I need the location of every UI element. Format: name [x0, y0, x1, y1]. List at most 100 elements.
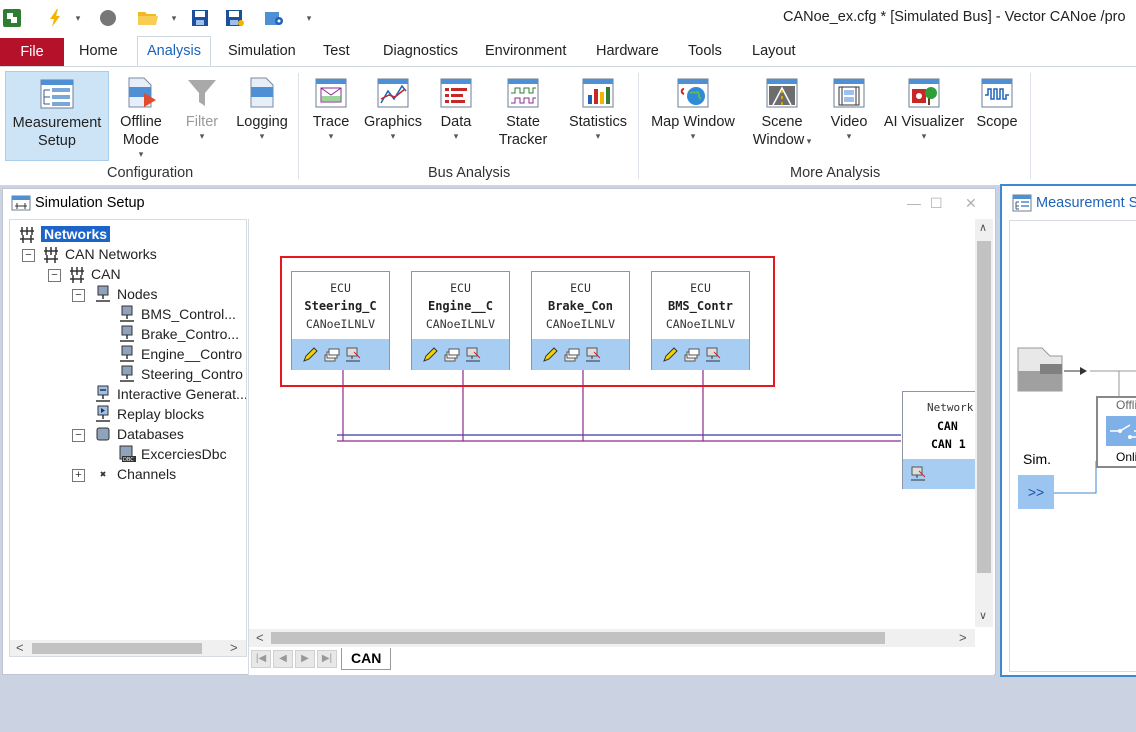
state-tracker-button[interactable]: State Tracker	[490, 71, 556, 149]
scope-button[interactable]: Scope	[974, 71, 1020, 131]
tab-environment[interactable]: Environment	[485, 43, 566, 59]
tab-test[interactable]: Test	[323, 43, 350, 59]
trace-button[interactable]: Trace ▾	[309, 71, 353, 141]
last-sheet-icon[interactable]: ▶|	[317, 650, 337, 668]
ai-visualizer-label: AI Visualizer	[883, 114, 965, 130]
measurement-setup-title: Measurement Setup	[1036, 195, 1136, 211]
tree-label: Brake_Contro...	[141, 326, 240, 342]
tree-label: Databases	[117, 426, 184, 442]
close-icon[interactable]: ✕	[965, 195, 977, 212]
canvas-vscroll-thumb[interactable]	[977, 241, 991, 573]
first-sheet-icon[interactable]: |◀	[251, 650, 271, 668]
tree-node-nodes[interactable]: Nodes	[94, 284, 157, 304]
filter-button: Filter ▾	[179, 71, 225, 141]
dbc-file-icon: DBC	[118, 445, 136, 463]
collapse-can-icon[interactable]: −	[48, 269, 61, 282]
ai-visualizer-button[interactable]: AI Visualizer ▾	[882, 71, 966, 141]
logging-chevron-icon: ▾	[259, 131, 265, 141]
tree-node-can-networks[interactable]: CAN Networks	[42, 244, 157, 264]
databases-icon	[94, 425, 112, 443]
tree-node-interactive-generators[interactable]: Interactive Generat...	[94, 384, 246, 404]
scroll-right-icon[interactable]: >	[230, 640, 238, 655]
customize-quick-access-chevron-icon[interactable]: ▾	[303, 6, 315, 30]
state-tracker-icon	[506, 77, 540, 109]
network-config-icon[interactable]	[909, 465, 927, 483]
simulation-source-button[interactable]: >>	[1018, 475, 1054, 509]
tab-tools[interactable]: Tools	[688, 43, 722, 59]
minimize-icon[interactable]: —	[907, 195, 921, 211]
expand-channels-icon[interactable]: +	[72, 469, 85, 482]
network-node-can[interactable]: Network CAN CAN 1	[902, 391, 977, 489]
tree-label: CAN	[91, 266, 121, 282]
scroll-down-icon[interactable]: ∨	[979, 609, 987, 622]
tree-node-replay-blocks[interactable]: Replay blocks	[94, 404, 204, 424]
can-bus-icon	[68, 265, 86, 283]
logging-icon	[245, 77, 279, 109]
tree-horizontal-scrollbar[interactable]: < >	[10, 640, 246, 656]
canvas-hscroll-thumb[interactable]	[271, 632, 885, 644]
scope-icon	[980, 77, 1014, 109]
group-more-analysis-label: More Analysis	[790, 165, 881, 181]
next-sheet-icon[interactable]: ▶	[295, 650, 315, 668]
scroll-up-icon[interactable]: ∧	[979, 221, 987, 234]
collapse-nodes-icon[interactable]: −	[72, 289, 85, 302]
tab-home[interactable]: Home	[79, 43, 118, 59]
logging-button[interactable]: Logging ▾	[233, 71, 291, 141]
tree-node-steering-controller[interactable]: Steering_Contro	[118, 364, 243, 384]
tree-node-can[interactable]: CAN	[68, 264, 121, 284]
collapse-databases-icon[interactable]: −	[72, 429, 85, 442]
start-dropdown-chevron-icon[interactable]: ▾	[72, 6, 84, 30]
scroll-left-icon[interactable]: <	[256, 630, 264, 645]
scene-window-button[interactable]: Scene Window ▾	[747, 71, 817, 150]
sheet-tab-can[interactable]: CAN	[341, 648, 392, 670]
offline-mode-label-2: Mode	[122, 132, 160, 148]
scroll-right-icon[interactable]: >	[959, 630, 967, 645]
tree-node-networks[interactable]: Networks	[18, 224, 111, 244]
start-measurement-icon[interactable]	[44, 6, 66, 30]
open-dropdown-chevron-icon[interactable]: ▾	[168, 6, 180, 30]
data-chevron-icon: ▾	[453, 131, 459, 141]
statistics-chevron-icon: ▾	[595, 131, 601, 141]
tree-node-engine-controller[interactable]: Engine__Contro	[118, 344, 242, 364]
statistics-icon	[581, 77, 615, 109]
video-label: Video	[830, 114, 868, 130]
tree-node-excercies-dbc[interactable]: DBC ExcerciesDbc	[118, 444, 227, 464]
tree-node-databases[interactable]: Databases	[94, 424, 184, 444]
filter-chevron-icon: ▾	[199, 131, 205, 141]
video-button[interactable]: Video ▾	[826, 71, 872, 141]
node-icon	[118, 305, 136, 323]
data-button[interactable]: Data ▾	[434, 71, 478, 141]
canvas-vertical-scrollbar[interactable]: ∧ ∨	[975, 219, 993, 627]
canoe-app-icon[interactable]	[1, 6, 23, 30]
tab-simulation[interactable]: Simulation	[228, 43, 296, 59]
save-icon[interactable]	[189, 6, 211, 30]
graphics-button[interactable]: Graphics ▾	[363, 71, 423, 141]
tab-analysis[interactable]: Analysis	[137, 36, 211, 67]
online-offline-switch-block[interactable]: Offline Onlin	[1096, 396, 1136, 468]
maximize-icon[interactable]: ☐	[930, 195, 943, 212]
statistics-button[interactable]: Statistics ▾	[566, 71, 630, 141]
open-folder-icon[interactable]	[136, 6, 160, 30]
map-window-button[interactable]: Map Window ▾	[648, 71, 738, 141]
tab-diagnostics[interactable]: Diagnostics	[383, 43, 458, 59]
canvas-horizontal-scrollbar[interactable]: < >	[249, 629, 975, 647]
scroll-left-icon[interactable]: <	[16, 640, 24, 655]
tree-scroll-thumb[interactable]	[32, 643, 202, 654]
configuration-icon[interactable]	[263, 6, 285, 30]
collapse-can-networks-icon[interactable]: −	[22, 249, 35, 262]
logging-label: Logging	[236, 114, 288, 130]
tree-node-brake-controller[interactable]: Brake_Contro...	[118, 324, 239, 344]
stop-measurement-icon[interactable]	[97, 6, 119, 30]
tree-node-bms-controller[interactable]: BMS_Control...	[118, 304, 236, 324]
tab-layout[interactable]: Layout	[752, 43, 796, 59]
state-tracker-label-2: Tracker	[498, 132, 548, 148]
prev-sheet-icon[interactable]: ◀	[273, 650, 293, 668]
tree-label: Networks	[41, 226, 111, 242]
offline-mode-button[interactable]: Offline Mode ▾	[112, 71, 170, 159]
tab-hardware[interactable]: Hardware	[596, 43, 659, 59]
measurement-setup-button[interactable]: Measurement Setup	[5, 71, 109, 161]
tree-label: Replay blocks	[117, 406, 205, 422]
save-all-icon[interactable]	[224, 6, 246, 30]
tree-node-channels[interactable]: Channels	[94, 464, 176, 484]
tab-file[interactable]: File	[0, 38, 64, 66]
